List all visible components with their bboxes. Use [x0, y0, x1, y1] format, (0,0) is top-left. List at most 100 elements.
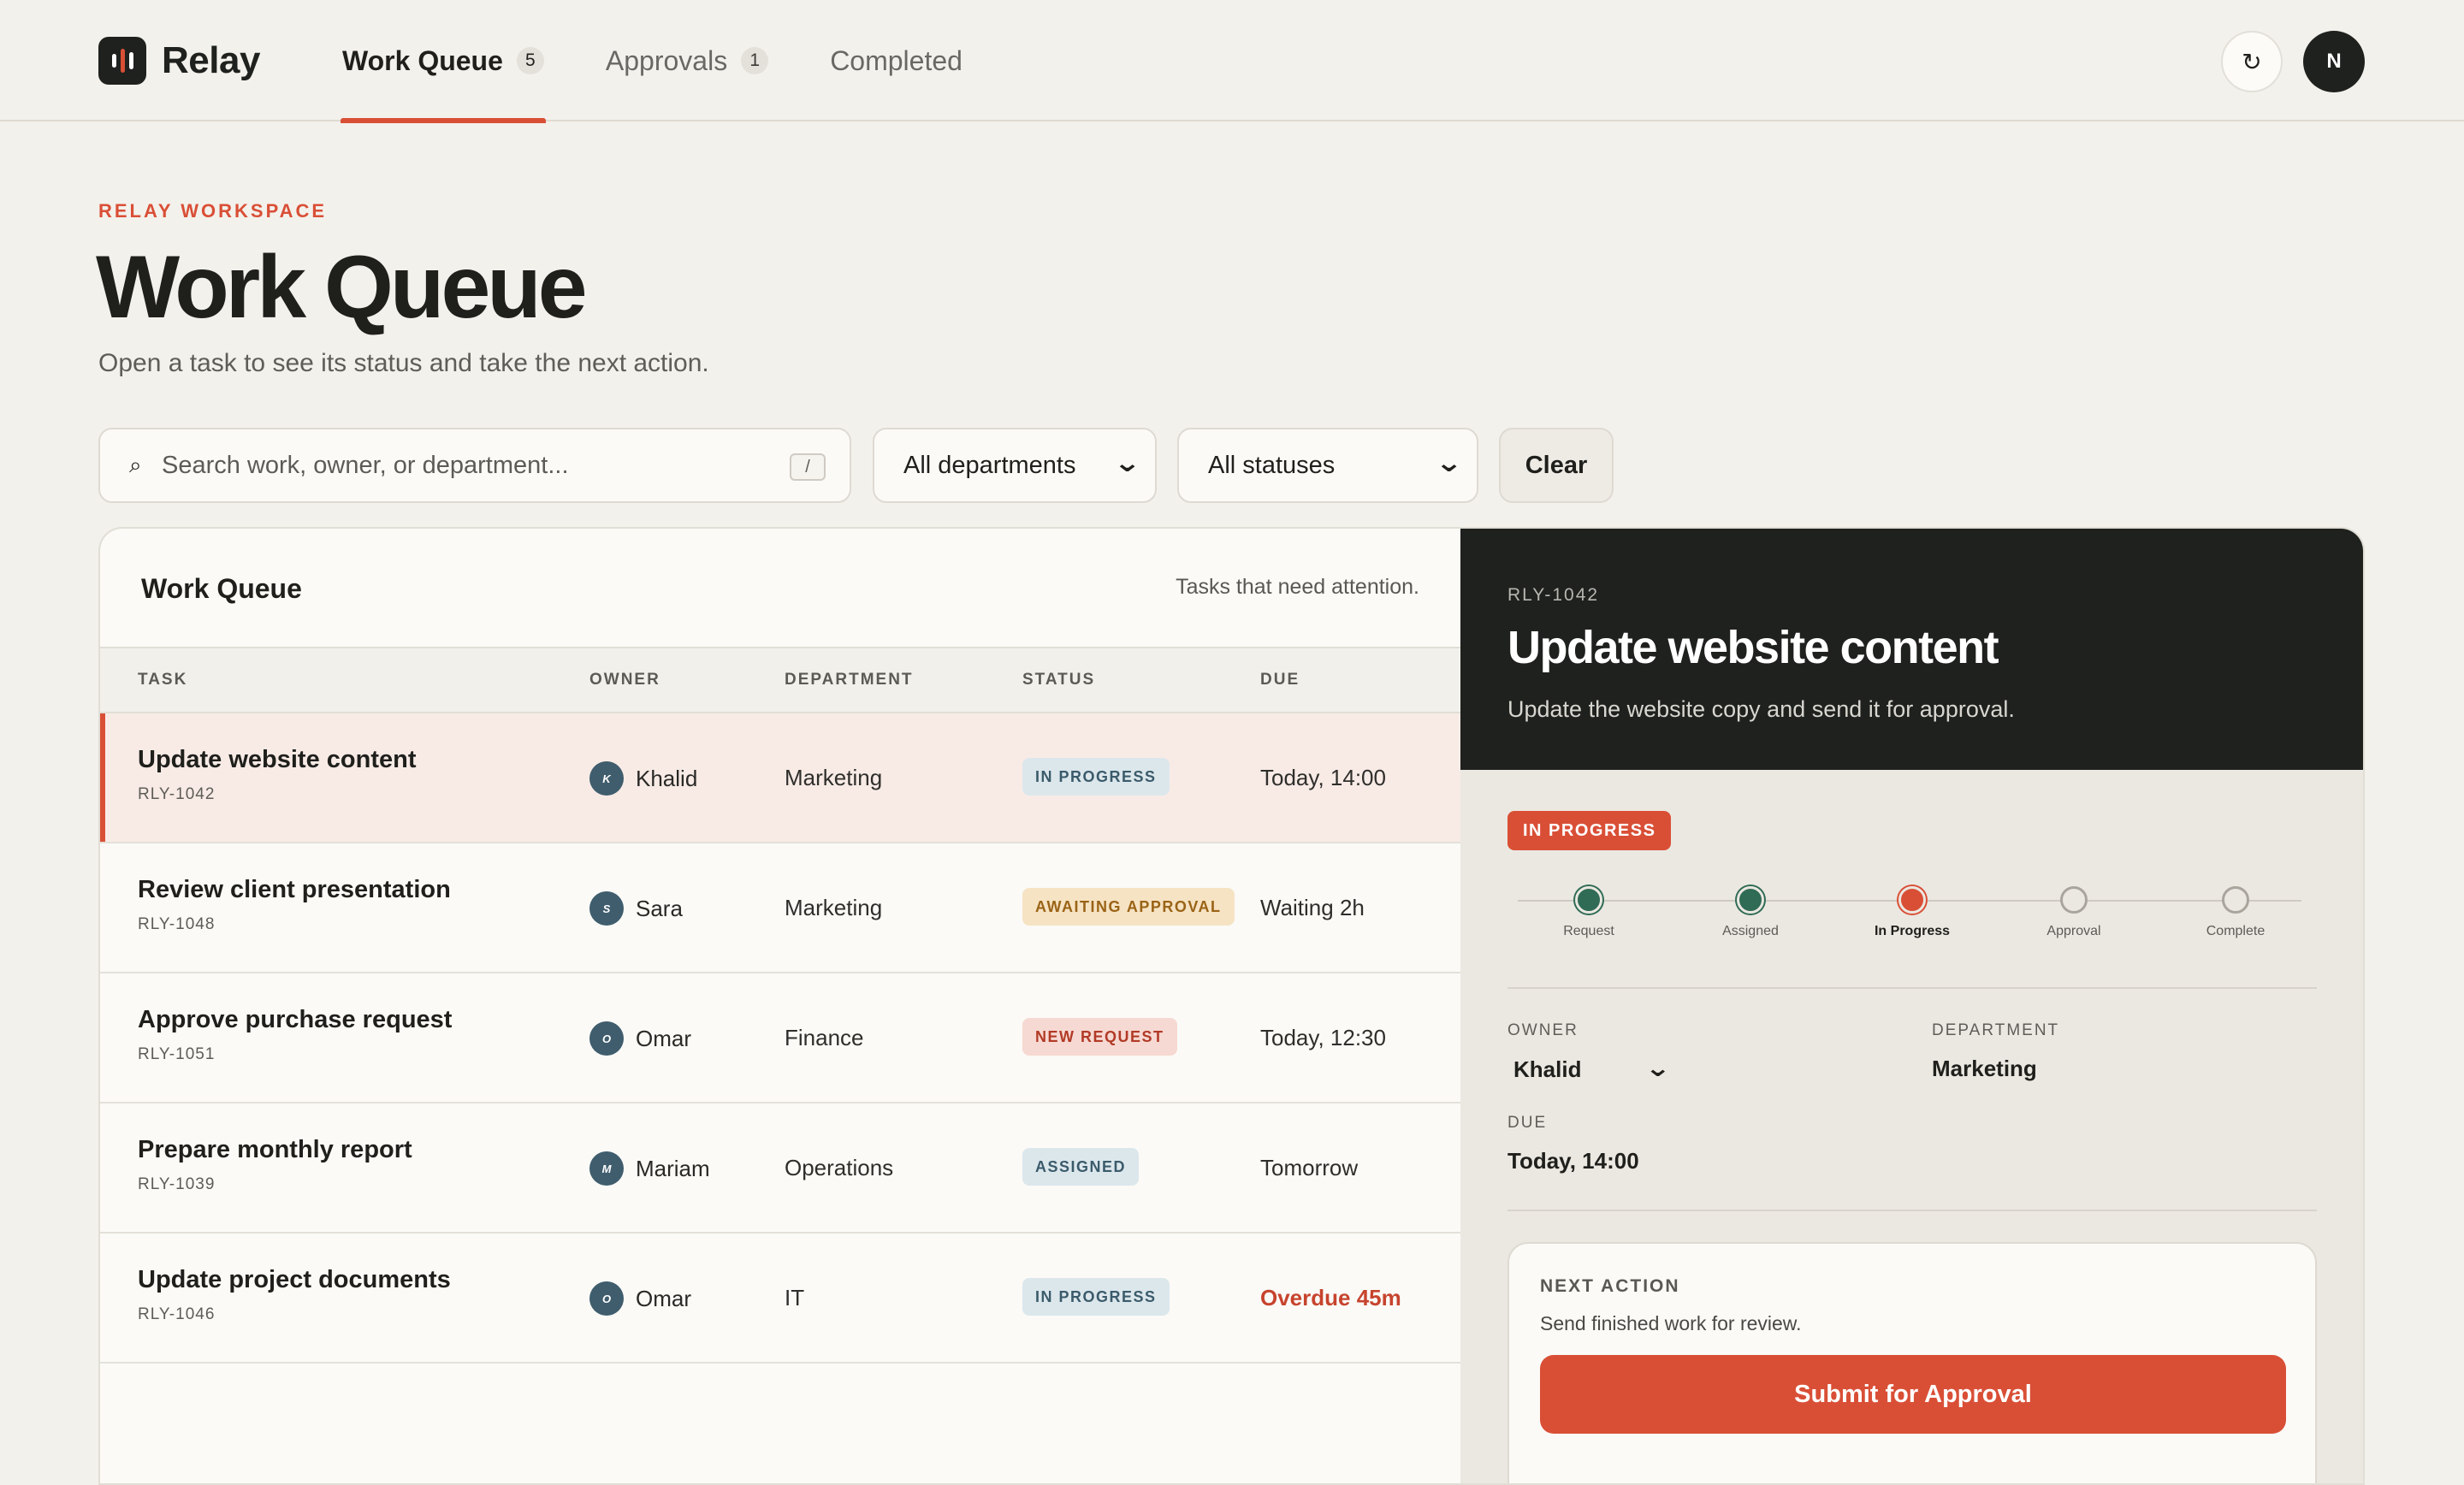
status-badge: NEW REQUEST — [1022, 1018, 1177, 1056]
brand-name: Relay — [162, 39, 260, 81]
step-pending-dot — [2060, 886, 2088, 914]
top-bar: Relay Work Queue 5 Approvals 1 Completed… — [0, 0, 2464, 123]
keyboard-shortcut-hint: / — [790, 453, 826, 481]
status-badge: ASSIGNED — [1022, 1148, 1140, 1186]
task-department: Marketing — [785, 895, 883, 920]
task-title: Update project documents — [138, 1266, 451, 1293]
step-label: Approval — [2046, 924, 2101, 938]
step-complete: Complete — [2167, 886, 2304, 939]
submit-for-approval-button[interactable]: Submit for Approval — [1540, 1355, 2286, 1434]
clear-filters-button[interactable]: Clear — [1499, 428, 1614, 503]
department-select[interactable]: All departments ⌄ — [873, 428, 1157, 503]
due-label: DUE — [1507, 1114, 1548, 1132]
task-owner: K Khalid — [589, 761, 697, 796]
tab-label: Completed — [830, 44, 962, 76]
task-id: RLY-1051 — [138, 1045, 216, 1063]
tab-work-queue[interactable]: Work Queue 5 — [341, 0, 546, 123]
column-header-due: DUE — [1260, 671, 1300, 689]
tab-count-badge: 1 — [741, 47, 769, 74]
task-owner: O Omar — [589, 1021, 691, 1056]
table-row[interactable]: Update project documents RLY-1046 O Omar… — [100, 1234, 1460, 1364]
step-assigned: Assigned — [1682, 886, 1819, 939]
detail-title: Update website content — [1507, 622, 1999, 673]
table-header: TASK OWNER DEPARTMENT STATUS DUE — [100, 647, 1460, 713]
status-select[interactable]: All statuses ⌄ — [1177, 428, 1478, 503]
column-header-owner: OWNER — [589, 671, 660, 689]
table-row[interactable]: Approve purchase request RLY-1051 O Omar… — [100, 973, 1460, 1103]
refresh-button[interactable]: ↻ — [2221, 31, 2283, 92]
table-row[interactable]: Review client presentation RLY-1048 S Sa… — [100, 843, 1460, 973]
owner-name: Omar — [636, 1285, 691, 1311]
task-department: Finance — [785, 1025, 864, 1050]
work-queue-panel: Work Queue Tasks that need attention. TA… — [98, 527, 1460, 1485]
step-label: Assigned — [1722, 924, 1779, 938]
step-approval: Approval — [2005, 886, 2142, 939]
owner-name: Sara — [636, 895, 683, 921]
detail-description: Update the website copy and send it for … — [1507, 696, 2015, 722]
due-value: Today, 14:00 — [1507, 1148, 1639, 1174]
user-avatar[interactable]: N — [2303, 31, 2365, 92]
task-due: Today, 14:00 — [1260, 765, 1386, 790]
next-action-label: NEXT ACTION — [1540, 1276, 1680, 1296]
search-icon: ⌕ — [129, 452, 142, 477]
step-complete-dot — [1737, 886, 1764, 914]
divider — [1507, 1210, 2317, 1211]
next-action-text: Send finished work for review. — [1540, 1312, 1802, 1334]
page-title: Work Queue — [96, 238, 588, 337]
step-current-dot — [1898, 886, 1926, 914]
task-department: IT — [785, 1285, 805, 1310]
owner-avatar: O — [589, 1021, 624, 1056]
step-pending-dot — [2222, 886, 2249, 914]
relay-logo-icon — [98, 37, 146, 85]
status-select-value: All statuses — [1208, 451, 1336, 479]
task-id: RLY-1048 — [138, 915, 216, 933]
owner-label: OWNER — [1507, 1021, 1578, 1039]
table-row[interactable]: Prepare monthly report RLY-1039 M Mariam… — [100, 1103, 1460, 1234]
task-title: Approve purchase request — [138, 1006, 453, 1033]
workspace-eyebrow: RELAY WORKSPACE — [98, 200, 328, 222]
owner-avatar: S — [589, 891, 624, 926]
page-subtitle: Open a task to see its status and take t… — [98, 349, 709, 377]
divider — [1507, 987, 2317, 989]
table-row[interactable]: Update website content RLY-1042 K Khalid… — [100, 713, 1460, 843]
step-label: Request — [1563, 924, 1614, 938]
column-header-task: TASK — [138, 671, 188, 689]
main-tabs: Work Queue 5 Approvals 1 Completed — [341, 0, 1024, 123]
chevron-down-icon: ⌄ — [1113, 449, 1141, 477]
detail-task-id: RLY-1042 — [1507, 585, 1600, 605]
search-input[interactable]: ⌕ Search work, owner, or department... / — [98, 428, 851, 503]
task-id: RLY-1046 — [138, 1305, 216, 1323]
brand[interactable]: Relay — [98, 37, 260, 85]
tab-completed[interactable]: Completed — [830, 0, 962, 121]
tab-count-badge: 5 — [516, 47, 544, 74]
chevron-down-icon: ⌄ — [1644, 1055, 1671, 1081]
task-due: Tomorrow — [1260, 1155, 1359, 1180]
task-title: Review client presentation — [138, 876, 451, 903]
detail-status-badge: IN PROGRESS — [1507, 811, 1672, 850]
task-due: Waiting 2h — [1260, 895, 1365, 920]
status-badge: IN PROGRESS — [1022, 758, 1170, 796]
owner-name: Omar — [636, 1025, 691, 1051]
task-owner: M Mariam — [589, 1151, 710, 1186]
task-owner: O Omar — [589, 1281, 691, 1316]
owner-name: Khalid — [636, 765, 698, 791]
status-badge: IN PROGRESS — [1022, 1278, 1170, 1316]
owner-select-value: Khalid — [1513, 1056, 1582, 1082]
task-department: Operations — [785, 1155, 894, 1180]
task-due-overdue: Overdue 45m — [1260, 1285, 1401, 1310]
step-label: In Progress — [1874, 924, 1951, 938]
step-complete-dot — [1575, 886, 1602, 914]
department-select-value: All departments — [903, 451, 1076, 479]
owner-name: Mariam — [636, 1155, 710, 1181]
task-title: Prepare monthly report — [138, 1136, 412, 1163]
tab-label: Work Queue — [342, 44, 503, 76]
owner-avatar: O — [589, 1281, 624, 1316]
refresh-icon: ↻ — [2242, 48, 2262, 75]
task-detail-panel: RLY-1042 Update website content Update t… — [1460, 527, 2365, 1485]
owner-select[interactable]: Khalid ⌄ — [1513, 1052, 1671, 1086]
tab-approvals[interactable]: Approvals 1 — [606, 0, 769, 121]
task-title: Update website content — [138, 746, 417, 773]
owner-avatar: K — [589, 761, 624, 796]
detail-header: RLY-1042 Update website content Update t… — [1460, 529, 2363, 770]
step-in-progress: In Progress — [1844, 886, 1981, 939]
